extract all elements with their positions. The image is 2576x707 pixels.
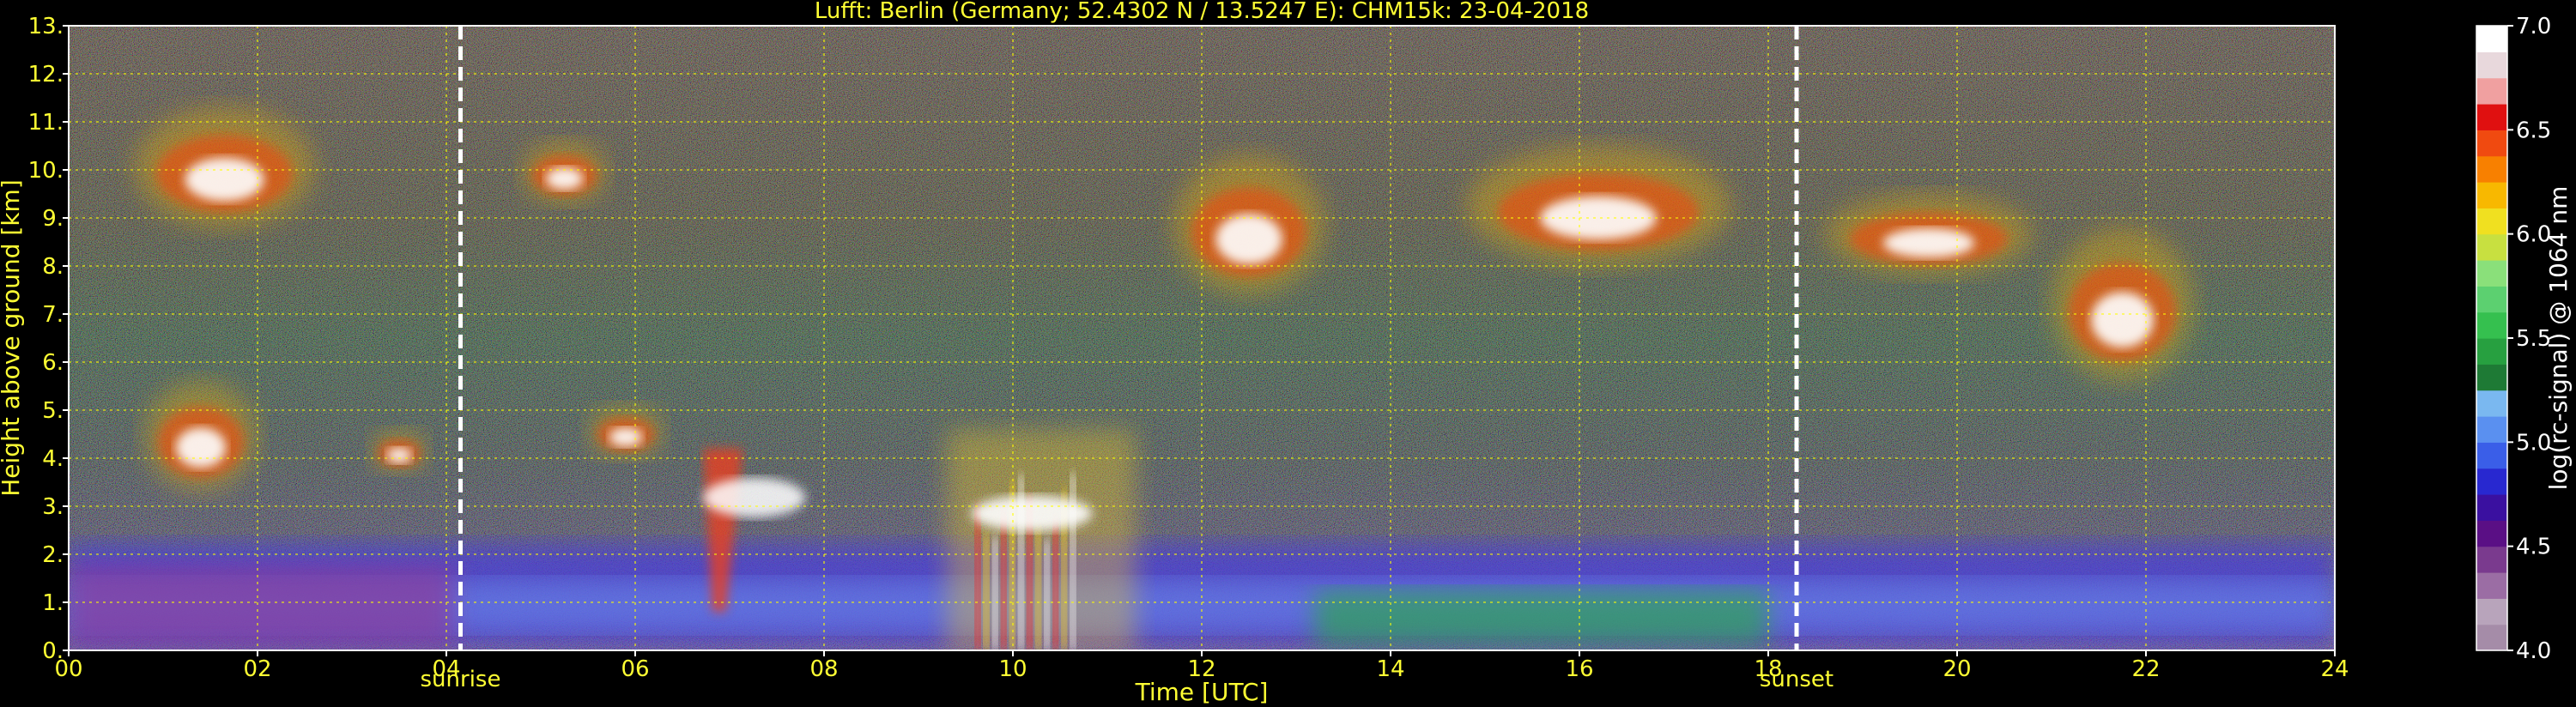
feature-cirrus-6 [2052, 227, 2193, 382]
feature-mid-level-cloud-3 [588, 405, 664, 458]
lidar-chart: Lufft: Berlin (Germany; 52.4302 N / 13.5… [0, 0, 2573, 706]
colorbar-label: log(rc-signal) @ 1064 nm [2544, 186, 2573, 491]
y-tick-label: 1. [42, 590, 64, 616]
feature-cirrus-2 [522, 141, 607, 204]
colorbar-segment [2476, 286, 2507, 313]
colorbar-tick-label: 6.5 [2516, 118, 2551, 143]
colorbar-tick-label: 4.5 [2516, 535, 2551, 560]
colorbar-segment [2476, 104, 2507, 130]
y-tick-label: 8. [42, 254, 64, 280]
colorbar-segment [2476, 338, 2507, 365]
colorbar-segment [2476, 364, 2507, 391]
x-tick-label: 20 [1943, 656, 1971, 682]
y-tick-label: 13. [28, 14, 64, 39]
colorbar-segment [2476, 624, 2507, 651]
y-axis-label: Height above ground [km] [0, 179, 25, 497]
colorbar-segment [2476, 311, 2507, 339]
colorbar-segment [2476, 182, 2507, 208]
x-tick-label: 16 [1565, 656, 1593, 682]
y-tick-label: 6. [42, 350, 64, 376]
colorbar-segment [2476, 77, 2507, 105]
colorbar-segment [2476, 468, 2507, 495]
colorbar-segment [2476, 546, 2507, 573]
y-tick-label: 10. [28, 158, 64, 184]
colorbar-segment [2476, 130, 2507, 157]
x-tick-label: 06 [621, 656, 649, 682]
feature-cirrus-4 [1466, 146, 1730, 266]
colorbar-segment [2476, 416, 2507, 443]
colorbar-segment [2476, 442, 2507, 469]
colorbar-tick-label: 4.0 [2516, 638, 2551, 664]
x-tick-label: 14 [1376, 656, 1404, 682]
sunrise-label: sunrise [421, 667, 501, 692]
colorbar-segment [2476, 208, 2507, 235]
sunset-label: sunset [1760, 667, 1834, 692]
x-tick-label: 22 [2131, 656, 2160, 682]
y-tick-label: 9. [42, 206, 64, 232]
colorbar-segment [2476, 51, 2507, 79]
y-tick-label: 3. [42, 494, 64, 520]
y-tick-label: 2. [42, 542, 64, 568]
y-tick-label: 5. [42, 398, 64, 424]
plot-area [69, 26, 2335, 650]
colorbar-segment [2476, 390, 2507, 417]
feature-cirrus-5 [1825, 194, 2033, 276]
y-tick-label: 4. [42, 446, 64, 472]
chart-title: Lufft: Berlin (Germany; 52.4302 N / 13.5… [815, 0, 1589, 24]
colorbar-segment [2476, 520, 2507, 547]
feature-cirrus-3 [1173, 155, 1324, 295]
feature-mid-level-cloud-2 [371, 429, 427, 473]
colorbar-segment [2476, 494, 2507, 521]
x-tick-label: 24 [2320, 656, 2349, 682]
feature-convective-cloud [947, 429, 1136, 650]
feature-cirrus-1 [135, 107, 314, 228]
y-tick-label: 7. [42, 302, 64, 328]
x-tick-label: 10 [998, 656, 1027, 682]
x-tick-label: 08 [809, 656, 838, 682]
colorbar-segment [2476, 260, 2507, 287]
feature-mid-level-cloud-1 [144, 381, 258, 492]
x-axis-label: Time [UTC] [1135, 678, 1269, 706]
y-tick-label: 11. [28, 110, 64, 136]
colorbar-tick-label: 7.0 [2516, 14, 2551, 39]
colorbar-segment [2476, 233, 2507, 261]
colorbar: 4.04.55.05.56.06.57.0 [2476, 14, 2551, 664]
y-tick-label: 12. [28, 62, 64, 88]
x-tick-label: 02 [243, 656, 271, 682]
colorbar-segment [2476, 572, 2507, 599]
y-axis: 0. 1. 2. 3. 4. 5. 6. 7. 8. 9. 10. 11. 12. 13. [28, 14, 69, 664]
colorbar-segment [2476, 26, 2507, 52]
y-tick-label: 0. [42, 638, 64, 664]
colorbar-segment [2476, 155, 2507, 183]
colorbar-segment [2476, 598, 2507, 625]
